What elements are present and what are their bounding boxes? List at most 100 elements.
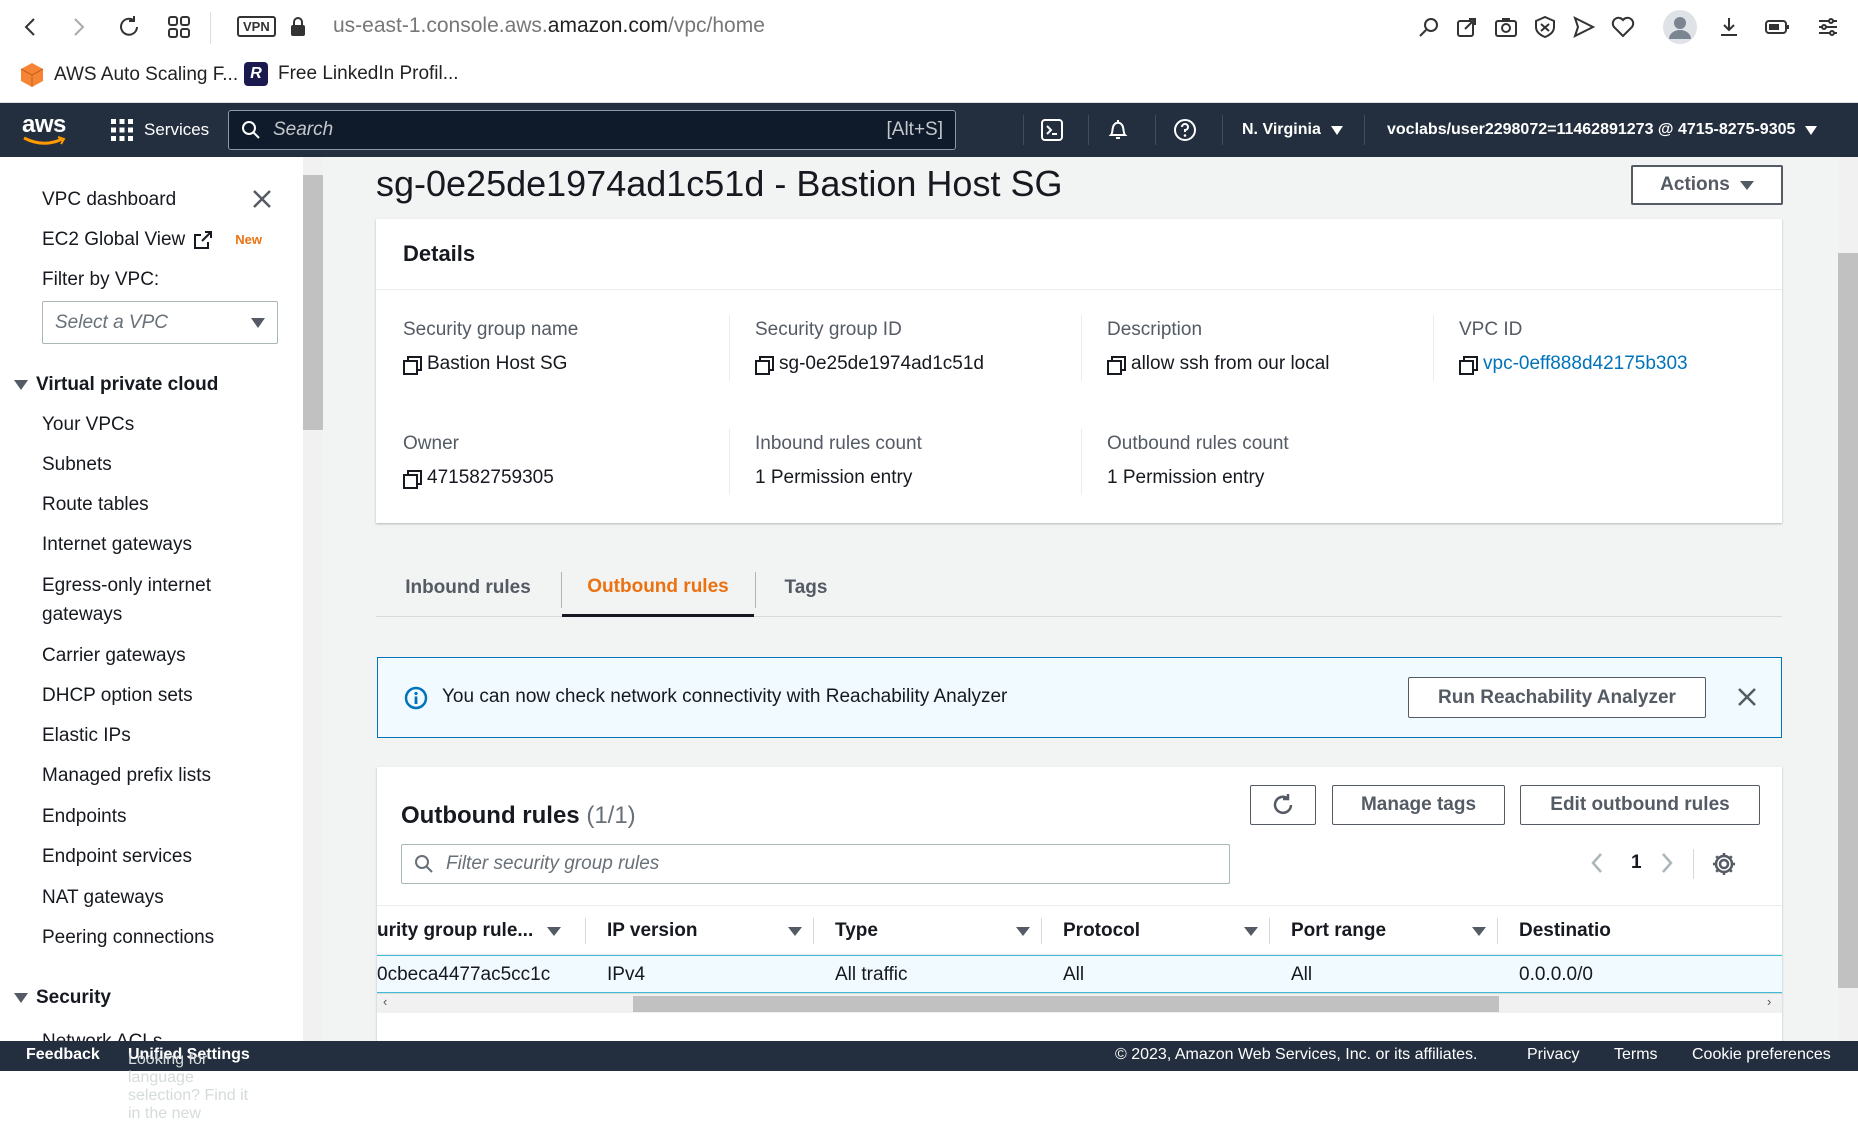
run-reachability-analyzer-button[interactable]: Run Reachability Analyzer xyxy=(1408,677,1706,718)
sidebar-item-your-vpcs[interactable]: Your VPCs xyxy=(42,410,134,439)
profile-avatar-icon[interactable] xyxy=(1663,10,1697,44)
sidebar-item-peering-connections[interactable]: Peering connections xyxy=(42,923,214,952)
sidebar-item-endpoints[interactable]: Endpoints xyxy=(42,802,127,831)
download-icon[interactable] xyxy=(1714,12,1744,42)
menu-settings-icon[interactable] xyxy=(1813,12,1843,42)
page-number[interactable]: 1 xyxy=(1631,852,1642,874)
forward-icon[interactable] xyxy=(63,12,93,42)
column-header-type[interactable]: Type xyxy=(835,906,1045,954)
filter-rules-input[interactable]: Filter security group rules xyxy=(401,844,1230,884)
copy-icon[interactable] xyxy=(1107,356,1126,375)
sidebar-item-network-acls[interactable]: Network ACLs xyxy=(42,1027,162,1041)
sidebar-item-vpc-dashboard[interactable]: VPC dashboard xyxy=(42,185,176,214)
gear-icon[interactable] xyxy=(1711,851,1737,882)
sidebar-item-endpoint-services[interactable]: Endpoint services xyxy=(42,842,192,871)
back-icon[interactable] xyxy=(16,12,46,42)
sidebar-item-egress-only-gateways[interactable]: Egress-only internet xyxy=(42,571,211,600)
sidebar-item-egress-only-gateways-line2[interactable]: gateways xyxy=(42,600,122,629)
details-panel: Details Security group name Bastion Host… xyxy=(376,219,1782,523)
help-icon[interactable] xyxy=(1173,103,1197,157)
send-icon[interactable] xyxy=(1569,12,1599,42)
copy-icon[interactable] xyxy=(755,356,774,375)
reload-icon[interactable] xyxy=(114,12,144,42)
share-icon[interactable] xyxy=(1452,12,1482,42)
adblock-icon[interactable] xyxy=(1530,12,1560,42)
services-menu[interactable]: Services xyxy=(110,103,209,157)
sidebar-item-subnets[interactable]: Subnets xyxy=(42,450,112,479)
column-divider xyxy=(1081,429,1082,495)
table-horizontal-scrollbar[interactable]: ‹ › xyxy=(377,993,1782,1013)
console-search-input[interactable]: Search [Alt+S] xyxy=(228,110,956,150)
manage-tags-button[interactable]: Manage tags xyxy=(1332,785,1505,825)
section-label: Security xyxy=(36,987,111,1008)
main-scrollbar-thumb[interactable] xyxy=(1838,253,1858,988)
column-header-destination[interactable]: Destinatio xyxy=(1519,906,1782,954)
column-header-ip-version[interactable]: IP version xyxy=(607,906,817,954)
sort-caret-icon xyxy=(1244,926,1258,936)
bookmark-aws-autoscaling[interactable]: AWS Auto Scaling F... xyxy=(20,62,238,88)
info-banner-text: You can now check network connectivity w… xyxy=(442,686,1008,707)
section-security[interactable]: Security xyxy=(14,987,111,1009)
account-menu[interactable]: voclabs/user2298072=11462891273 @ 4715-8… xyxy=(1387,103,1818,157)
sidebar-item-elastic-ips[interactable]: Elastic IPs xyxy=(42,721,131,750)
camera-icon[interactable] xyxy=(1491,12,1521,42)
url-domain: amazon.com xyxy=(547,14,668,37)
inbound-count-value: 1 Permission entry xyxy=(755,467,913,488)
region-selector[interactable]: N. Virginia xyxy=(1242,103,1343,157)
lock-icon[interactable] xyxy=(283,12,313,42)
sidebar-scrollbar-thumb[interactable] xyxy=(303,175,323,430)
refresh-button[interactable] xyxy=(1250,785,1316,825)
table-row[interactable]: 0cbeca4477ac5cc1c IPv4 All traffic All A… xyxy=(377,955,1782,993)
tab-tags[interactable]: Tags xyxy=(756,560,856,616)
sidebar-item-dhcp-option-sets[interactable]: DHCP option sets xyxy=(42,681,193,710)
caret-down-icon xyxy=(14,993,28,1003)
page-title: sg-0e25de1974ad1c51d - Bastion Host SG xyxy=(376,163,1063,204)
scroll-left-icon[interactable]: ‹ xyxy=(383,994,387,1009)
heart-icon[interactable] xyxy=(1608,12,1638,42)
cookie-preferences-link[interactable]: Cookie preferences xyxy=(1692,1046,1831,1064)
actions-button[interactable]: Actions xyxy=(1631,165,1783,205)
column-header-protocol[interactable]: Protocol xyxy=(1063,906,1273,954)
table-scrollbar-thumb[interactable] xyxy=(633,996,1499,1012)
caret-down-icon xyxy=(14,380,28,390)
column-header-rule-id[interactable]: urity group rule... xyxy=(377,906,572,954)
sg-name-value: Bastion Host SG xyxy=(403,353,567,375)
feedback-link[interactable]: Feedback xyxy=(26,1046,100,1064)
tab-outbound-rules[interactable]: Outbound rules xyxy=(562,560,754,617)
sidebar-item-route-tables[interactable]: Route tables xyxy=(42,490,149,519)
search-page-icon[interactable] xyxy=(1414,12,1444,42)
sidebar-item-nat-gateways[interactable]: NAT gateways xyxy=(42,883,164,912)
aws-logo[interactable]: aws xyxy=(22,103,66,157)
filter-vpc-select[interactable]: Select a VPC xyxy=(42,301,278,344)
description-label: Description xyxy=(1107,319,1203,340)
next-page-icon[interactable] xyxy=(1659,851,1675,880)
vpn-badge[interactable]: VPN xyxy=(237,16,276,37)
copy-icon[interactable] xyxy=(403,356,422,375)
scroll-right-icon[interactable]: › xyxy=(1767,994,1771,1009)
close-banner-icon[interactable] xyxy=(1736,686,1758,713)
tab-inbound-rules[interactable]: Inbound rules xyxy=(376,560,560,616)
sidebar-item-ec2-global-view[interactable]: EC2 Global View New xyxy=(42,225,262,254)
column-header-port-range[interactable]: Port range xyxy=(1291,906,1501,954)
privacy-link[interactable]: Privacy xyxy=(1527,1046,1579,1064)
sidebar-item-internet-gateways[interactable]: Internet gateways xyxy=(42,530,192,559)
prev-page-icon[interactable] xyxy=(1589,851,1605,880)
sidebar-item-managed-prefix-lists[interactable]: Managed prefix lists xyxy=(42,761,211,790)
vpc-id-link[interactable]: vpc-0eff888d42175b303 xyxy=(1483,353,1688,375)
tabs-grid-icon[interactable] xyxy=(164,12,194,42)
terms-link[interactable]: Terms xyxy=(1614,1046,1658,1064)
bookmark-linkedin-profile[interactable]: R Free LinkedIn Profil... xyxy=(244,62,459,86)
copy-icon[interactable] xyxy=(1459,356,1478,375)
copy-icon[interactable] xyxy=(403,470,422,489)
grid-icon xyxy=(111,119,133,141)
battery-icon[interactable] xyxy=(1762,12,1792,42)
column-label: IP version xyxy=(607,920,698,941)
aws-top-nav: aws Services Search [Alt+S] N. Virginia … xyxy=(0,103,1858,157)
notifications-bell-icon[interactable] xyxy=(1106,103,1130,157)
sidebar-item-carrier-gateways[interactable]: Carrier gateways xyxy=(42,641,186,670)
cloudshell-icon[interactable] xyxy=(1040,103,1064,157)
address-bar[interactable]: us-east-1.console.aws.amazon.com/vpc/hom… xyxy=(333,14,765,38)
section-virtual-private-cloud[interactable]: Virtual private cloud xyxy=(14,374,218,396)
close-sidebar-icon[interactable] xyxy=(250,187,274,216)
edit-outbound-rules-button[interactable]: Edit outbound rules xyxy=(1520,785,1760,825)
